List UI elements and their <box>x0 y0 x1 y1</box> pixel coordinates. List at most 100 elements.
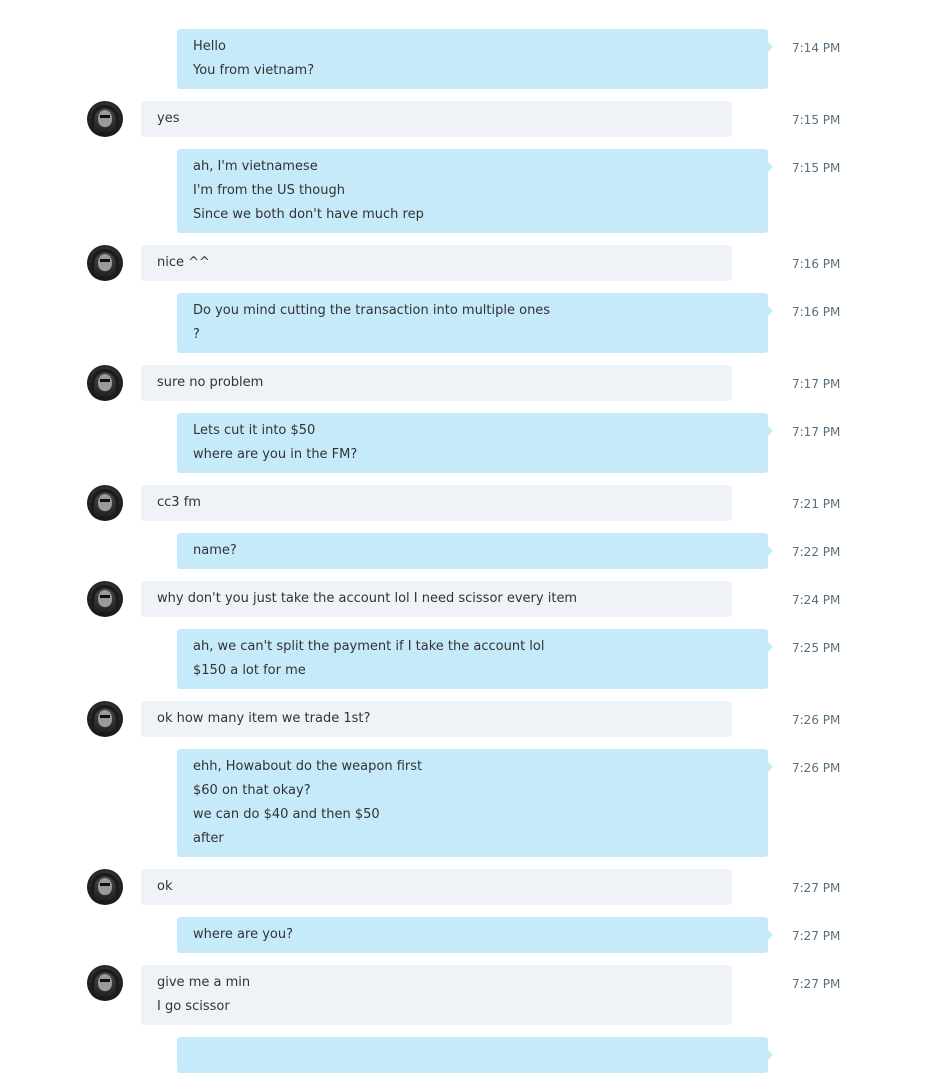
message-timestamp: 7:26 PM <box>792 761 841 775</box>
contact-avatar[interactable] <box>87 245 123 281</box>
face-shape <box>98 878 112 895</box>
message-bubble[interactable]: ah, we can't split the payment if I take… <box>177 629 773 689</box>
message-text: Hello <box>193 39 226 54</box>
message-bubble[interactable]: give me a min I go scissor <box>141 965 732 1025</box>
eyes-shape <box>100 979 110 982</box>
contact-avatar[interactable] <box>87 869 123 905</box>
message-text: ok <box>157 879 173 894</box>
face-shape <box>98 974 112 991</box>
message-text: after <box>193 831 224 846</box>
outgoing-message: ah, we can't split the payment if I take… <box>0 629 926 689</box>
message-text: I'm from the US though <box>193 183 345 198</box>
chat-message-list: Hello You from vietnam? 7:14 PM yes 7:15 PM a… <box>0 0 926 1073</box>
message-bubble[interactable]: why don't you just take the account lol … <box>141 581 732 617</box>
message-bubble[interactable]: Hello You from vietnam? <box>177 29 773 89</box>
message-text <box>193 1047 752 1071</box>
outgoing-message: where are you? 7:27 PM <box>0 917 926 953</box>
message-timestamp: 7:16 PM <box>792 257 841 271</box>
message-text: Lets cut it into $50 <box>193 423 316 438</box>
message-text: why don't you just take the account lol … <box>157 591 578 606</box>
incoming-message: yes 7:15 PM <box>0 101 926 137</box>
message-bubble[interactable]: cc3 fm <box>141 485 732 521</box>
contact-avatar[interactable] <box>87 965 123 1001</box>
message-text: name? <box>193 543 237 558</box>
message-text: $60 on that okay? <box>193 783 311 798</box>
message-timestamp: 7:27 PM <box>792 977 841 991</box>
message-text: I go scissor <box>157 999 230 1014</box>
message-bubble[interactable]: sure no problem <box>141 365 732 401</box>
message-text: sure no problem <box>157 375 264 390</box>
message-bubble[interactable]: ok <box>141 869 732 905</box>
outgoing-message: Hello You from vietnam? 7:14 PM <box>0 29 926 89</box>
message-timestamp: 7:26 PM <box>792 713 841 727</box>
message-bubble[interactable]: nice ^^ <box>141 245 732 281</box>
contact-avatar[interactable] <box>87 101 123 137</box>
outgoing-message: ah, I'm vietnamese I'm from the US though… <box>0 149 926 233</box>
message-text: ? <box>193 327 200 342</box>
contact-avatar[interactable] <box>87 701 123 737</box>
message-text: we can do $40 and then $50 <box>193 807 380 822</box>
eyes-shape <box>100 379 110 382</box>
message-bubble[interactable]: Lets cut it into $50 where are you in the… <box>177 413 773 473</box>
contact-avatar[interactable] <box>87 581 123 617</box>
message-timestamp: 7:17 PM <box>792 425 841 439</box>
incoming-message: ok 7:27 PM <box>0 869 926 905</box>
message-text: where are you? <box>193 927 294 942</box>
message-text: $150 a lot for me <box>193 663 306 678</box>
message-timestamp: 7:16 PM <box>792 305 841 319</box>
incoming-message: why don't you just take the account lol … <box>0 581 926 617</box>
message-bubble[interactable]: where are you? <box>177 917 773 953</box>
eyes-shape <box>100 499 110 502</box>
face-shape <box>98 710 112 727</box>
message-bubble[interactable]: Do you mind cutting the transaction into… <box>177 293 773 353</box>
message-bubble[interactable]: name? <box>177 533 773 569</box>
message-timestamp: 7:22 PM <box>792 545 841 559</box>
incoming-message: give me a min I go scissor 7:27 PM <box>0 965 926 1025</box>
outgoing-message: Lets cut it into $50 where are you in the… <box>0 413 926 473</box>
face-shape <box>98 110 112 127</box>
message-timestamp: 7:27 PM <box>792 881 841 895</box>
contact-avatar[interactable] <box>87 365 123 401</box>
message-timestamp: 7:15 PM <box>792 161 841 175</box>
message-bubble[interactable] <box>177 1037 773 1073</box>
contact-avatar[interactable] <box>87 485 123 521</box>
outgoing-message: name? 7:22 PM <box>0 533 926 569</box>
message-text: ah, we can't split the payment if I take… <box>193 639 545 654</box>
message-text: nice ^^ <box>157 255 210 270</box>
message-text: yes <box>157 111 180 126</box>
face-shape <box>98 254 112 271</box>
incoming-message: cc3 fm 7:21 PM <box>0 485 926 521</box>
message-text: give me a min <box>157 975 251 990</box>
message-text: Do you mind cutting the transaction into… <box>193 303 551 318</box>
face-shape <box>98 494 112 511</box>
outgoing-message <box>0 1037 926 1073</box>
message-text: ah, I'm vietnamese <box>193 159 318 174</box>
message-bubble[interactable]: ok how many item we trade 1st? <box>141 701 732 737</box>
eyes-shape <box>100 259 110 262</box>
eyes-shape <box>100 115 110 118</box>
message-bubble[interactable]: ah, I'm vietnamese I'm from the US though… <box>177 149 773 233</box>
message-text: Since we both don't have much rep <box>193 207 424 222</box>
message-timestamp: 7:25 PM <box>792 641 841 655</box>
incoming-message: nice ^^ 7:16 PM <box>0 245 926 281</box>
message-timestamp: 7:24 PM <box>792 593 841 607</box>
message-timestamp: 7:15 PM <box>792 113 841 127</box>
message-bubble[interactable]: ehh, Howabout do the weapon first $60 on … <box>177 749 773 857</box>
message-text: cc3 fm <box>157 495 201 510</box>
message-text: ehh, Howabout do the weapon first <box>193 759 423 774</box>
eyes-shape <box>100 595 110 598</box>
message-timestamp: 7:17 PM <box>792 377 841 391</box>
eyes-shape <box>100 715 110 718</box>
incoming-message: sure no problem 7:17 PM <box>0 365 926 401</box>
message-text: You from vietnam? <box>193 63 315 78</box>
face-shape <box>98 590 112 607</box>
message-text: where are you in the FM? <box>193 447 358 462</box>
message-bubble[interactable]: yes <box>141 101 732 137</box>
message-timestamp: 7:21 PM <box>792 497 841 511</box>
outgoing-message: ehh, Howabout do the weapon first $60 on … <box>0 749 926 857</box>
message-text: ok how many item we trade 1st? <box>157 711 371 726</box>
message-timestamp: 7:14 PM <box>792 41 841 55</box>
incoming-message: ok how many item we trade 1st? 7:26 PM <box>0 701 926 737</box>
outgoing-message: Do you mind cutting the transaction into… <box>0 293 926 353</box>
eyes-shape <box>100 883 110 886</box>
